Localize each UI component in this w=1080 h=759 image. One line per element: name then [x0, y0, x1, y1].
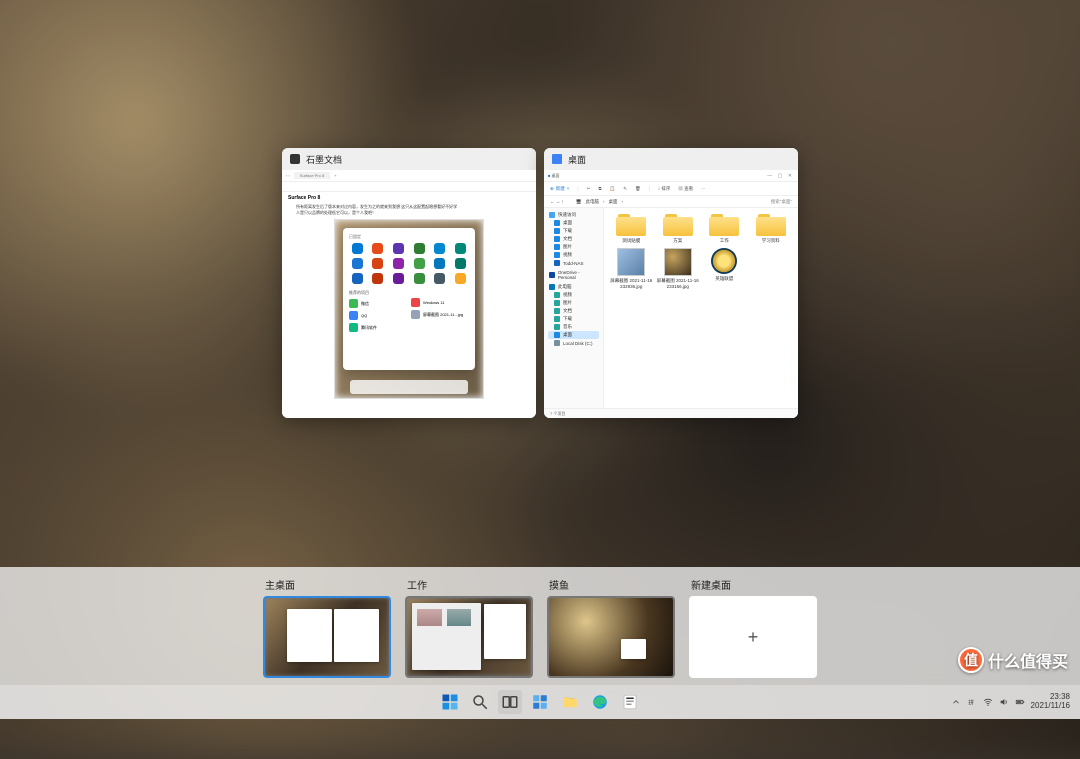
search-icon[interactable] — [468, 690, 492, 714]
wifi-icon[interactable] — [983, 697, 993, 707]
taskbar: 拼 23:38 2021/11/16 — [0, 685, 1080, 719]
virtual-desktop-moyu[interactable]: 摸鱼 — [547, 577, 675, 677]
folder-icon — [552, 154, 562, 164]
smzdm-text: 什么值得买 — [988, 648, 1068, 672]
browser-tabstrip: ‹ › Surface Pro 8 + — [282, 170, 536, 182]
preview-title-bar: 桌面 — [544, 148, 798, 170]
virtual-desktop-work[interactable]: 工作 — [405, 577, 533, 677]
app-icon — [290, 154, 300, 164]
task-view-previews: 石墨文档 ‹ › Surface Pro 8 + Surface Pro 8 所… — [0, 148, 1080, 418]
preview-title-text: 石墨文档 — [306, 153, 342, 166]
battery-icon[interactable] — [1015, 697, 1025, 707]
explorer-statusbar: 7 个项目 — [544, 408, 798, 418]
preview-title-bar: 石墨文档 — [282, 148, 536, 170]
virtual-desktops-tray: 主桌面 工作 摸鱼 新建桌面 + — [0, 567, 1080, 685]
preview-shimo-docs[interactable]: 石墨文档 ‹ › Surface Pro 8 + Surface Pro 8 所… — [282, 148, 536, 418]
explorer-content: 测试贴膜 方案 工作 学习资料 屏幕截图 2021-11-16 232936.j… — [604, 208, 798, 418]
doc-toolbar — [282, 182, 536, 192]
embedded-screenshot: 已固定 推荐的项目 微信 QQ 腾讯软件 — [334, 219, 484, 399]
start-recommended-heading: 推荐的项目 — [349, 290, 407, 296]
start-button[interactable] — [438, 690, 462, 714]
explorer-breadcrumb: ← → ↑ 🖥 此电脑 › 桌面 › 搜索"桌面" — [544, 196, 798, 208]
explorer-titlebar: ■ 桌面 — ▢ ✕ — [544, 170, 798, 182]
virtual-desktop-main[interactable]: 主桌面 — [263, 577, 391, 677]
edge-icon[interactable] — [588, 690, 612, 714]
virtual-desktop-new[interactable]: 新建桌面 + — [689, 577, 817, 677]
explorer-sidebar: 快速访问 桌面 下载 文档 图片 视频 Todd-NAS OneDrive - … — [544, 208, 604, 418]
shimo-icon[interactable] — [618, 690, 642, 714]
ime-icon[interactable]: 拼 — [967, 697, 977, 707]
plus-icon[interactable]: + — [689, 596, 817, 678]
system-tray[interactable]: 拼 23:38 2021/11/16 — [951, 693, 1070, 711]
ribbon-new: ⊕ 新建 ˅ — [550, 186, 569, 192]
explorer-icon[interactable] — [558, 690, 582, 714]
start-pinned-heading: 已固定 — [349, 234, 469, 240]
doc-title: Surface Pro 8 — [282, 192, 536, 204]
preview-body: ‹ › Surface Pro 8 + Surface Pro 8 所有距离发生… — [282, 170, 536, 418]
smzdm-watermark: 值 什么值得买 — [958, 647, 1068, 673]
browser-tab: Surface Pro 8 — [294, 172, 330, 179]
preview-body: ■ 桌面 — ▢ ✕ ⊕ 新建 ˅ | ✂⧉📋✎🗑 | ↕ 排序 ▦ 查看 ⋯ … — [544, 170, 798, 418]
svg-text:拼: 拼 — [968, 699, 974, 707]
chevron-up-icon[interactable] — [951, 697, 961, 707]
preview-explorer[interactable]: 桌面 ■ 桌面 — ▢ ✕ ⊕ 新建 ˅ | ✂⧉📋✎🗑 | ↕ 排序 ▦ 查看… — [544, 148, 798, 418]
task-view-button[interactable] — [498, 690, 522, 714]
preview-title-text: 桌面 — [568, 153, 586, 166]
clock[interactable]: 23:38 2021/11/16 — [1031, 693, 1070, 711]
doc-paragraph: 人是只以品牌的处理低它可以，是个人我吧！ — [282, 210, 536, 216]
smzdm-badge-icon: 值 — [958, 647, 984, 673]
widgets-button[interactable] — [528, 690, 552, 714]
volume-icon[interactable] — [999, 697, 1009, 707]
explorer-ribbon: ⊕ 新建 ˅ | ✂⧉📋✎🗑 | ↕ 排序 ▦ 查看 ⋯ — [544, 182, 798, 196]
